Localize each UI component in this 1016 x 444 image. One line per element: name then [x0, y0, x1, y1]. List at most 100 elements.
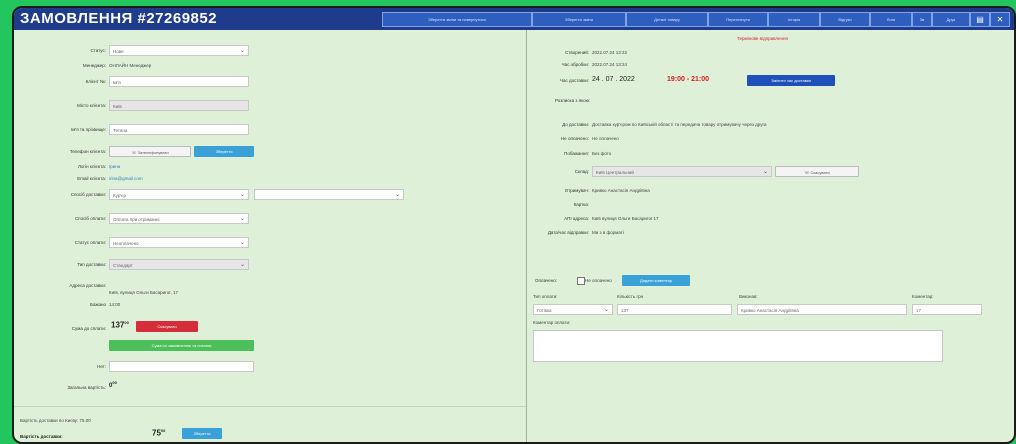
timeslot-value: 14:00	[109, 302, 121, 307]
payment-comment-textarea[interactable]	[533, 330, 943, 362]
order-window: ЗАМОВЛЕННЯ #27269852 Зберегти зміни та п…	[12, 6, 1016, 444]
delivery-time: 19:00 - 21:00	[667, 76, 710, 83]
warehouse-label: Склад:	[574, 169, 589, 174]
payment-method-select[interactable]: Оплата при отриманні ⌄	[109, 213, 249, 224]
warning-text: Термінове відправлення	[737, 36, 788, 41]
payment-status-select[interactable]: Неоплачено ⌄	[109, 237, 249, 248]
save-and-return-button[interactable]: Зберегти зміни та повернутися	[382, 12, 532, 27]
change-delivery-time-button[interactable]: Змінити час доставки	[747, 75, 835, 86]
wishes-value: Без фото	[592, 151, 612, 156]
api-address-value: Київ вулиця Ольги Басаригої 17	[592, 216, 659, 221]
delivery-cost-cents: 00	[160, 428, 166, 433]
note-label: Нет:	[97, 364, 106, 369]
delivery-type-value: Стандарт	[113, 263, 133, 268]
dispatch-label: Дата/час відправки:	[547, 230, 589, 235]
call-button[interactable]: ☏ Зателефонувати	[109, 146, 191, 157]
city-label: Місто клієнта:	[77, 103, 106, 108]
client-label: Клієнт №:	[85, 79, 106, 84]
comment-label: До доставки:	[562, 122, 589, 127]
paid-status-label: Не оплачено:	[560, 136, 589, 141]
receipt-label: Розписка з якою:	[555, 98, 591, 103]
table-header-executor: Виконав:	[739, 294, 758, 299]
sum-price-cents: 00	[124, 320, 129, 325]
warehouse-cancel-label: Скасувати	[810, 170, 830, 175]
order-summary-button[interactable]: Сума по замовленню та нотатки	[109, 340, 254, 351]
print-button[interactable]: Друк	[932, 12, 970, 27]
phone-save-button[interactable]: Зберегти	[194, 146, 254, 157]
payment-status-value: Неоплачено	[113, 241, 139, 246]
status-label: Статус:	[90, 48, 106, 53]
processed-value: 2022.07.24 13:24	[592, 62, 628, 67]
table-header-type: Тип оплати:	[533, 294, 558, 299]
delivery-time-label: Час доставки:	[559, 78, 589, 83]
header-bar: ЗАМОВЛЕННЯ #27269852 Зберегти зміни та п…	[14, 8, 1014, 30]
manager-value: ОНЛАЙН Менеджер	[109, 63, 152, 68]
payment-type-select[interactable]: Готівка ⌄	[533, 304, 613, 315]
phone-label: Телефон клієнта:	[69, 149, 106, 154]
processed-label: Час обробки:	[561, 62, 589, 67]
warehouse-cancel-button[interactable]: ☏ Скасувати	[775, 166, 859, 177]
chevron-down-icon: ⌄	[239, 48, 245, 54]
comment-value: Доставка кур'єром по Київській області т…	[592, 122, 767, 127]
delivery-cost-value: 75	[152, 428, 161, 438]
delivery-save-button[interactable]: Зберегти	[182, 428, 222, 439]
table-header-comment: Коментар:	[912, 294, 934, 299]
view-button[interactable]: Переглянути	[708, 12, 768, 27]
link-button[interactable]: Зв	[912, 12, 932, 27]
call-button-label: Зателефонувати	[137, 150, 169, 155]
cancel-button[interactable]: Скасувати	[136, 321, 198, 332]
total-label: Загальна вартість:	[67, 385, 106, 390]
delivery-cost-label: Вартість доставки:	[20, 434, 63, 439]
delivery-type-select[interactable]: Стандарт ⌄	[109, 259, 249, 270]
created-value: 2022.07.24 13:22	[592, 50, 628, 55]
status-select[interactable]: Нове ⌄	[109, 45, 249, 56]
sum-price: 13700	[111, 320, 129, 330]
delivery-method-select[interactable]: Кур'єр ⌄	[109, 189, 249, 200]
paid-checkbox[interactable]	[577, 277, 585, 285]
note-input[interactable]	[109, 361, 254, 372]
page-title: ЗАМОВЛЕННЯ #27269852	[20, 10, 218, 27]
chevron-down-icon: ⌄	[239, 192, 245, 198]
history-button[interactable]: Історія	[768, 12, 820, 27]
comment-input[interactable]: 17	[912, 304, 982, 315]
city-input[interactable]: Київ	[109, 100, 249, 111]
table-header-amount: Кількість грн	[617, 294, 644, 299]
warehouse-select[interactable]: Київ Центральний ⌄	[592, 166, 772, 177]
delivery-date: 24 . 07 . 2022	[592, 76, 635, 83]
client-input[interactable]: Ім'я	[109, 76, 249, 87]
name-input[interactable]: Тетяна	[109, 124, 249, 135]
dispatch-value: Ми з в форматі	[592, 230, 624, 235]
total-price-cents: 00	[112, 380, 117, 385]
paid-status-value: Не оплачено	[592, 136, 619, 141]
created-label: Створений:	[565, 50, 589, 55]
warehouse-value: Київ Центральний	[596, 170, 634, 175]
login-link[interactable]: Ірина	[109, 164, 120, 169]
payment-comment-label: Коментар оплати:	[533, 320, 571, 325]
status-value: Нове	[113, 49, 124, 54]
delivery-cost-price: 7500	[152, 428, 165, 438]
delivery-extra-select[interactable]: ⌄	[254, 189, 404, 200]
executor-input[interactable]: Кривко Анастасія Андріївна	[737, 304, 907, 315]
print-icon[interactable]: ▤	[970, 12, 990, 27]
chevron-down-icon: ⌄	[239, 240, 245, 246]
add-comment-button[interactable]: Додати коментар	[622, 275, 690, 286]
sum-price-value: 137	[111, 320, 125, 330]
delivery-method-label: Спосіб доставки:	[70, 192, 106, 197]
sum-label: Сума до сплати:	[71, 326, 106, 331]
email-link[interactable]: irina@gmail.com	[109, 176, 143, 181]
total-price: 000	[109, 380, 117, 389]
reviews-button[interactable]: Відгуки	[820, 12, 870, 27]
payment-method-value: Оплата при отриманні	[113, 217, 160, 222]
save-button[interactable]: Зберегти зміни	[532, 12, 626, 27]
logs-button[interactable]: Логи	[870, 12, 912, 27]
close-icon[interactable]: ✕	[990, 12, 1010, 27]
login-label: Логін клієнта:	[77, 164, 106, 169]
delivery-method-value: Кур'єр	[113, 193, 126, 198]
timeslot-label: Бажано	[90, 302, 106, 307]
amount-input[interactable]: 137	[617, 304, 732, 315]
chevron-down-icon: ⌄	[239, 262, 245, 268]
email-label: Email клієнта:	[77, 176, 106, 181]
product-details-button[interactable]: Деталі товару	[626, 12, 708, 27]
chevron-down-icon: ⌄	[603, 307, 609, 313]
address-value: Київ, вулиця Ольги Басаригої, 17	[109, 290, 178, 295]
